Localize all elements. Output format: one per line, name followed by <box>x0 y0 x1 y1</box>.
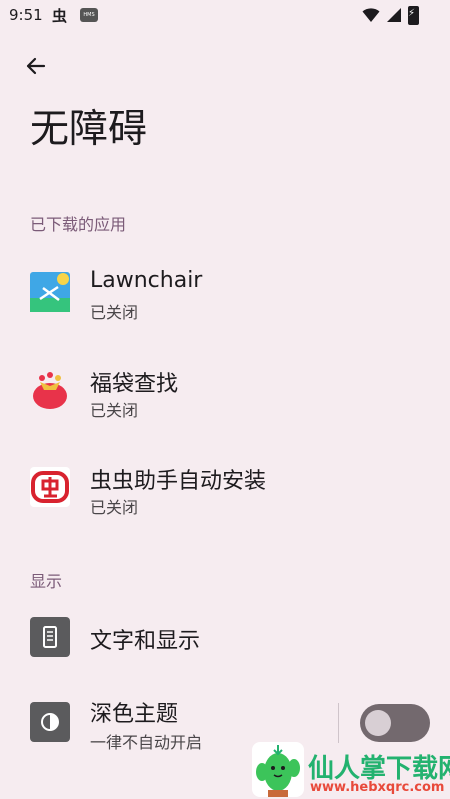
toggle-knob <box>365 710 391 736</box>
chongchong-icon <box>30 467 70 507</box>
list-item-chongchong[interactable]: 虫虫助手自动安装 已关闭 <box>0 447 450 527</box>
list-item-lawnchair[interactable]: Lawnchair 已关闭 <box>0 252 450 332</box>
item-subtitle: 一律不自动开启 <box>90 733 203 752</box>
watermark-url: www.hebxqrc.com <box>310 780 445 795</box>
dark-theme-icon <box>30 702 70 742</box>
battery-charging-icon <box>408 6 419 25</box>
list-item-text-display[interactable]: 文字和显示 <box>0 597 450 677</box>
section-header-downloaded: 已下载的应用 <box>30 215 127 234</box>
back-button[interactable] <box>20 50 52 82</box>
item-title: 文字和显示 <box>90 629 201 654</box>
lucky-bag-icon <box>33 372 67 409</box>
watermark: 仙人掌下载网 www.hebxqrc.com <box>252 742 450 799</box>
status-time: 9:51 <box>9 6 43 24</box>
item-title: 虫虫助手自动安装 <box>90 469 267 494</box>
toggle-divider <box>338 703 339 743</box>
chongchong-status-icon: 虫 <box>52 7 68 25</box>
list-item-lucky-bag[interactable]: 福袋查找 已关闭 <box>0 350 450 430</box>
item-subtitle: 已关闭 <box>90 401 139 420</box>
hms-badge-icon: HMS <box>80 8 98 22</box>
item-subtitle: 已关闭 <box>90 303 139 322</box>
item-title: 福袋查找 <box>90 372 179 397</box>
signal-icon <box>387 8 401 22</box>
item-title: 深色主题 <box>90 702 179 727</box>
dark-theme-toggle[interactable] <box>360 704 430 742</box>
text-display-icon <box>30 617 70 657</box>
status-bar: 9:51 虫 HMS <box>0 0 450 32</box>
item-subtitle: 已关闭 <box>90 498 139 517</box>
arrow-left-icon <box>26 57 46 75</box>
wifi-icon <box>362 8 380 22</box>
section-header-display: 显示 <box>30 572 63 591</box>
page-title: 无障碍 <box>30 107 148 152</box>
lawnchair-icon <box>30 272 70 312</box>
item-title: Lawnchair <box>90 268 203 293</box>
cactus-logo-icon <box>252 742 304 797</box>
